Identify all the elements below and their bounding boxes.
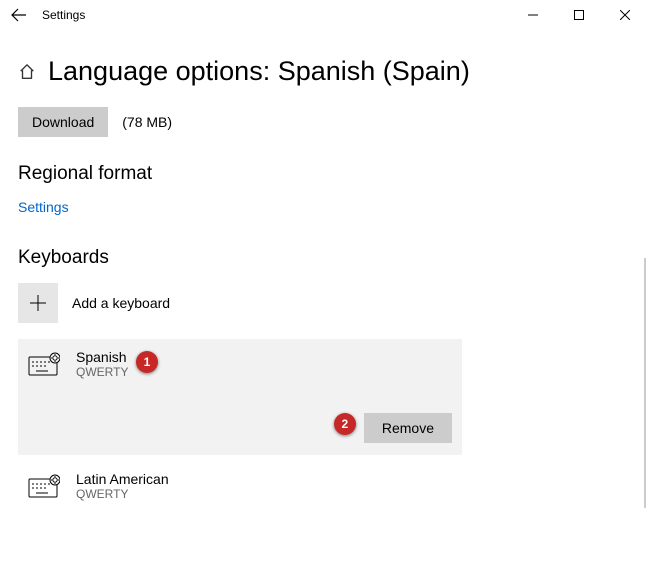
scrollbar[interactable] [644, 258, 646, 508]
back-button[interactable] [8, 4, 30, 26]
keyboard-item-latin-american[interactable]: Latin American QWERTY [18, 465, 462, 507]
keyboard-row: Spanish QWERTY [28, 349, 452, 379]
keyboard-icon [28, 352, 60, 376]
keyboard-text: Spanish QWERTY [76, 349, 128, 379]
content-area: Language options: Spanish (Spain) Downlo… [0, 30, 648, 507]
plus-icon [29, 294, 47, 312]
close-icon [620, 10, 630, 20]
close-button[interactable] [602, 0, 648, 30]
back-arrow-icon [11, 7, 27, 23]
window-controls [510, 0, 648, 30]
keyboard-text: Latin American QWERTY [76, 471, 169, 501]
annotation-badge-2: 2 [334, 413, 356, 435]
keyboard-name: Latin American [76, 471, 169, 487]
add-keyboard-label: Add a keyboard [72, 295, 170, 311]
home-icon[interactable] [18, 63, 36, 81]
annotation-badge-1: 1 [136, 351, 158, 373]
keyboard-layout: QWERTY [76, 365, 128, 379]
maximize-button[interactable] [556, 0, 602, 30]
keyboard-item-spanish[interactable]: Spanish QWERTY 1 2 Remove [18, 339, 462, 455]
keyboard-row: Latin American QWERTY [28, 471, 452, 501]
keyboard-name: Spanish [76, 349, 128, 365]
app-title: Settings [42, 8, 85, 22]
download-row: Download (78 MB) [18, 107, 630, 137]
keyboards-heading: Keyboards [18, 247, 630, 269]
add-keyboard-button[interactable]: Add a keyboard [18, 283, 630, 323]
regional-format-heading: Regional format [18, 163, 630, 185]
download-button[interactable]: Download [18, 107, 108, 137]
titlebar-left: Settings [8, 4, 85, 26]
page-title: Language options: Spanish (Spain) [48, 56, 470, 87]
titlebar: Settings [0, 0, 648, 30]
plus-box [18, 283, 58, 323]
keyboard-layout: QWERTY [76, 487, 169, 501]
minimize-button[interactable] [510, 0, 556, 30]
regional-settings-link[interactable]: Settings [18, 199, 69, 215]
download-size: (78 MB) [122, 114, 172, 130]
minimize-icon [528, 10, 538, 20]
page-heading-row: Language options: Spanish (Spain) [18, 56, 630, 87]
keyboard-icon [28, 474, 60, 498]
maximize-icon [574, 10, 584, 20]
remove-button[interactable]: Remove [364, 413, 452, 443]
remove-row: 2 Remove [28, 413, 452, 443]
